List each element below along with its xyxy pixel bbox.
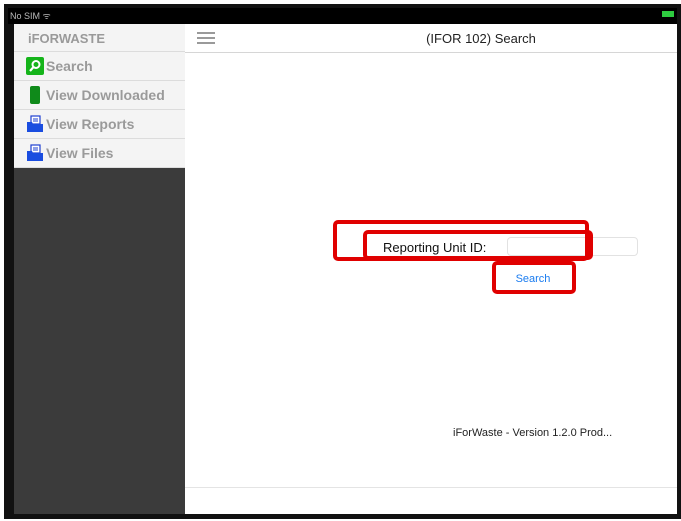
sidebar-item-label: View Downloaded [46, 87, 165, 103]
page-title: (IFOR 102) Search [426, 31, 536, 46]
folder-icon [26, 115, 44, 133]
carrier-text: No SIM ᯤ [10, 11, 51, 21]
search-icon [26, 57, 44, 75]
download-icon [30, 86, 40, 104]
sidebar-item-view-reports[interactable]: View Reports [14, 110, 185, 139]
reporting-unit-label: Reporting Unit ID: [383, 240, 487, 255]
version-text: iForWaste - Version 1.2.0 Prod... [453, 427, 613, 439]
app-name: iFORWASTE [14, 24, 185, 52]
navigation-bar: (IFOR 102) Search [185, 24, 677, 53]
status-bar: No SIM ᯤ [8, 8, 677, 24]
reporting-unit-input[interactable] [507, 237, 638, 256]
sidebar-item-label: Search [46, 58, 93, 74]
search-button[interactable]: Search [500, 273, 566, 285]
sidebar-item-search[interactable]: Search [14, 52, 185, 81]
sidebar-item-view-downloaded[interactable]: View Downloaded [14, 81, 185, 110]
battery-icon [662, 11, 674, 17]
divider [185, 487, 677, 488]
sidebar: iFORWASTE Search View Downloaded View Re… [14, 24, 185, 514]
sidebar-item-view-files[interactable]: View Files [14, 139, 185, 168]
main-content: (IFOR 102) Search [185, 24, 677, 514]
sidebar-item-label: View Files [46, 145, 114, 161]
sidebar-item-label: View Reports [46, 116, 135, 132]
folder-icon [26, 144, 44, 162]
